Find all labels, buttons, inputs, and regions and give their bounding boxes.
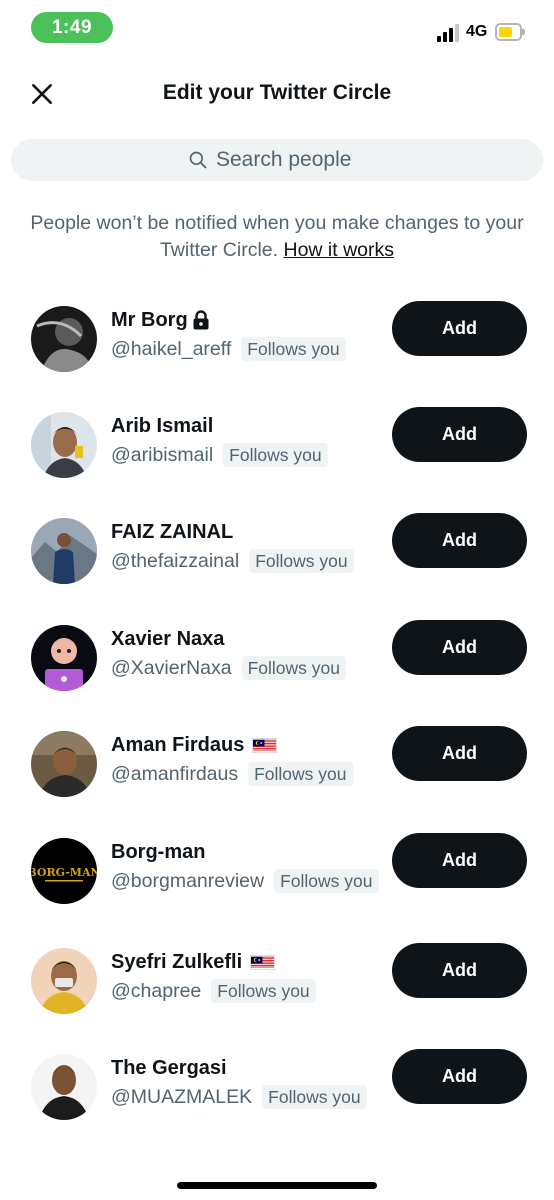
person-info: FAIZ ZAINAL @thefaizzainal Follows you [111,518,381,574]
person-info: Mr Borg @haikel_areff Follows you [111,306,381,362]
person-info: The Gergasi @MUAZMALEK Follows you [111,1054,381,1110]
person-info: Syefri Zulkefli @chapree Follows you [111,948,381,1004]
avatar[interactable] [31,306,97,372]
avatar[interactable] [31,625,97,691]
add-button[interactable]: Add [392,407,527,462]
list-item: The Gergasi @MUAZMALEK Follows you Add [0,1049,554,1144]
lock-icon [193,310,209,330]
person-handle: @borgmanreview [111,870,265,892]
person-name: Xavier Naxa [111,628,225,650]
add-button[interactable]: Add [392,513,527,568]
list-item: Xavier Naxa @XavierNaxa Follows you Add [0,620,554,715]
person-info: Borg-man @borgmanreview Follows you [111,838,381,894]
person-info: Xavier Naxa @XavierNaxa Follows you [111,625,381,681]
battery-icon [495,23,525,41]
person-handle: @thefaizzainal [111,550,240,572]
follows-you-badge: Follows you [248,762,353,786]
avatar[interactable]: BORG-MAN [31,838,97,904]
person-info: Arib Ismail @aribismail Follows you [111,412,381,468]
malaysia-flag-icon [250,954,276,970]
avatar[interactable] [31,518,97,584]
borgman-logo-text: BORG-MAN [31,866,97,879]
follows-you-badge: Follows you [223,443,328,467]
add-button[interactable]: Add [392,943,527,998]
add-button[interactable]: Add [392,301,527,356]
add-button[interactable]: Add [392,1049,527,1104]
list-item: BORG-MAN Borg-man @borgmanreview Follows… [0,833,554,928]
circle-notice: People won’t be notified when you make c… [20,210,534,264]
follows-you-badge: Follows you [241,337,346,361]
add-button[interactable]: Add [392,620,527,675]
status-time: 1:49 [31,12,113,43]
status-bar: 1:49 4G [0,0,554,56]
person-handle: @amanfirdaus [111,763,239,785]
person-name: Syefri Zulkefli [111,951,243,973]
avatar[interactable] [31,731,97,797]
list-item: FAIZ ZAINAL @thefaizzainal Follows you A… [0,513,554,608]
follows-you-badge: Follows you [241,656,346,680]
person-name: Borg-man [111,841,206,863]
search-input[interactable] [216,148,366,172]
list-item: Aman Firdaus @amanfirdaus Follows you Ad… [0,726,554,821]
avatar[interactable] [31,1054,97,1120]
notice-text: People won’t be notified when you make c… [30,212,524,261]
person-info: Aman Firdaus @amanfirdaus Follows you [111,731,381,787]
list-item: Arib Ismail @aribismail Follows you Add [0,407,554,502]
network-label: 4G [466,23,488,40]
follows-you-badge: Follows you [211,979,316,1003]
person-name: FAIZ ZAINAL [111,521,234,543]
page-title: Edit your Twitter Circle [162,81,392,104]
follows-you-badge: Follows you [262,1085,367,1109]
list-item: Syefri Zulkefli @chapree Follows you Add [0,943,554,1038]
search-icon [189,151,207,169]
person-handle: @chapree [111,980,202,1002]
person-handle: @haikel_areff [111,338,232,360]
person-name: The Gergasi [111,1057,227,1079]
how-it-works-link[interactable]: How it works [284,239,395,261]
avatar[interactable] [31,412,97,478]
list-item: Mr Borg @haikel_areff Follows you Add [0,301,554,396]
person-handle: @aribismail [111,444,214,466]
malaysia-flag-icon [252,737,278,753]
add-button[interactable]: Add [392,833,527,888]
follows-you-badge: Follows you [274,869,379,893]
add-button[interactable]: Add [392,726,527,781]
person-handle: @XavierNaxa [111,657,232,679]
person-name: Aman Firdaus [111,734,245,756]
home-indicator[interactable] [177,1182,377,1189]
search-bar[interactable] [11,139,543,181]
follows-you-badge: Follows you [249,549,354,573]
person-handle: @MUAZMALEK [111,1086,253,1108]
person-name: Mr Borg [111,309,188,331]
signal-icon [437,24,461,42]
person-name: Arib Ismail [111,415,214,437]
avatar[interactable] [31,948,97,1014]
